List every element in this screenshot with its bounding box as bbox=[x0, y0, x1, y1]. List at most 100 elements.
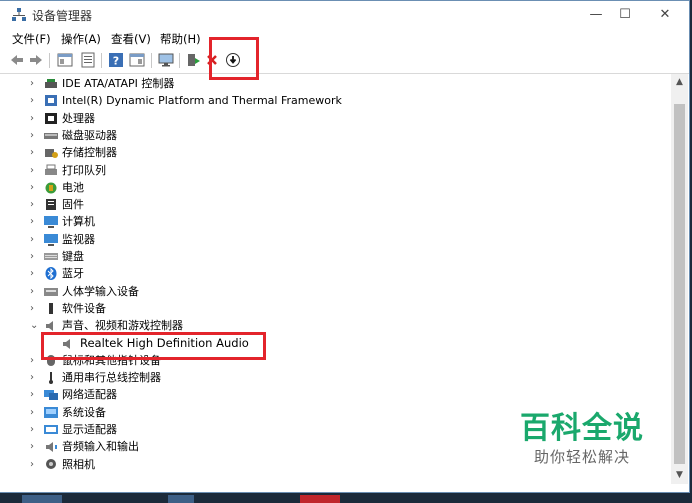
bluetooth-icon bbox=[45, 267, 57, 281]
device-label: 存储控制器 bbox=[62, 146, 117, 160]
menu-view[interactable]: 查看(V) bbox=[111, 31, 151, 47]
device-label: IDE ATA/ATAPI 控制器 bbox=[62, 77, 175, 90]
disk-drive-icon bbox=[44, 132, 58, 139]
device-label: 人体学输入设备 bbox=[62, 284, 139, 298]
keyboard-icon bbox=[44, 253, 58, 260]
update-driver-icon[interactable] bbox=[185, 52, 201, 68]
toolbar-separator bbox=[49, 53, 50, 68]
device-label: Intel(R) Dynamic Platform and Thermal Fr… bbox=[62, 94, 342, 108]
toolbar-separator bbox=[151, 53, 152, 68]
taskbar-app[interactable] bbox=[168, 495, 194, 503]
taskbar bbox=[0, 493, 692, 503]
scroll-down-button[interactable]: ▼ bbox=[671, 467, 688, 484]
chevron-right-icon[interactable]: › bbox=[30, 162, 40, 179]
device-label: 键盘 bbox=[62, 250, 84, 263]
chevron-right-icon[interactable]: › bbox=[30, 421, 40, 438]
toolbar-separator bbox=[179, 53, 180, 68]
system-device-icon bbox=[44, 406, 58, 418]
chevron-right-icon[interactable]: › bbox=[30, 92, 40, 109]
taskbar-app[interactable] bbox=[22, 495, 62, 503]
device-label: 蓝牙 bbox=[62, 267, 84, 281]
title-bar[interactable]: 设备管理器 — ☐ ✕ bbox=[0, 1, 689, 28]
console-tree-icon[interactable] bbox=[57, 52, 73, 68]
scroll-thumb[interactable] bbox=[674, 104, 685, 464]
firmware-icon bbox=[46, 199, 56, 211]
watermark-subtitle: 助你轻松解决 bbox=[533, 448, 630, 466]
vertical-scrollbar[interactable]: ▲ ▼ bbox=[671, 74, 688, 484]
properties-icon[interactable] bbox=[80, 52, 96, 68]
chevron-right-icon[interactable]: › bbox=[30, 369, 40, 386]
chevron-right-icon[interactable]: › bbox=[30, 127, 40, 144]
hid-icon bbox=[44, 287, 58, 296]
chevron-right-icon[interactable]: › bbox=[30, 75, 40, 92]
camera-icon bbox=[46, 458, 56, 469]
chevron-right-icon[interactable]: › bbox=[30, 196, 40, 213]
monitor-icon bbox=[44, 233, 58, 246]
highlight-box-realtek bbox=[41, 332, 266, 360]
chevron-down-icon[interactable]: ⌄ bbox=[30, 317, 40, 334]
battery-icon bbox=[45, 182, 57, 194]
audio-io-icon bbox=[46, 442, 57, 453]
chevron-right-icon[interactable]: › bbox=[30, 110, 40, 127]
device-label: 处理器 bbox=[62, 111, 95, 125]
device-label: 监视器 bbox=[62, 232, 95, 246]
back-arrow-icon[interactable] bbox=[9, 52, 25, 68]
taskbar-app[interactable] bbox=[300, 495, 340, 503]
menu-bar: 文件(F) 操作(A) 查看(V) 帮助(H) bbox=[0, 29, 689, 48]
device-label: 通用串行总线控制器 bbox=[62, 371, 161, 385]
toolbar-separator bbox=[101, 53, 102, 68]
device-manager-window: 设备管理器 — ☐ ✕ 文件(F) 操作(A) 查看(V) 帮助(H) ? › I… bbox=[0, 0, 690, 493]
chevron-right-icon[interactable]: › bbox=[30, 248, 40, 265]
chevron-right-icon[interactable]: › bbox=[30, 265, 40, 282]
svg-text:?: ? bbox=[113, 55, 119, 68]
ide-controller-icon bbox=[45, 79, 57, 88]
maximize-button[interactable]: ☐ bbox=[607, 1, 643, 28]
menu-file[interactable]: 文件(F) bbox=[12, 31, 51, 47]
toolbar: ? bbox=[0, 48, 689, 74]
chevron-right-icon[interactable]: › bbox=[30, 213, 40, 230]
storage-controller-icon bbox=[45, 149, 58, 159]
chevron-right-icon[interactable]: › bbox=[30, 179, 40, 196]
menu-action[interactable]: 操作(A) bbox=[61, 31, 101, 47]
help-icon[interactable]: ? bbox=[108, 52, 124, 68]
usb-icon bbox=[49, 372, 53, 385]
device-manager-icon bbox=[12, 8, 26, 21]
device-label: 打印队列 bbox=[62, 163, 106, 177]
device-label: 磁盘驱动器 bbox=[62, 128, 117, 142]
device-label: 电池 bbox=[62, 180, 84, 194]
close-button[interactable]: ✕ bbox=[647, 1, 683, 28]
chevron-right-icon[interactable]: › bbox=[30, 144, 40, 161]
chevron-right-icon[interactable]: › bbox=[30, 283, 40, 300]
computer-icon bbox=[44, 216, 58, 229]
chevron-right-icon[interactable]: › bbox=[30, 300, 40, 317]
chevron-right-icon[interactable]: › bbox=[30, 456, 40, 473]
device-label: 系统设备 bbox=[62, 405, 106, 419]
view-icon[interactable] bbox=[129, 52, 145, 68]
chevron-right-icon[interactable]: › bbox=[30, 386, 40, 403]
chevron-right-icon[interactable]: › bbox=[30, 404, 40, 421]
scroll-up-button[interactable]: ▲ bbox=[671, 74, 688, 91]
device-label: 固件 bbox=[62, 198, 84, 212]
device-label: 照相机 bbox=[62, 457, 95, 471]
device-label: 音频输入和输出 bbox=[62, 440, 139, 454]
device-label: 网络适配器 bbox=[62, 388, 117, 402]
watermark-title: 百科全说 bbox=[520, 411, 644, 446]
forward-arrow-icon[interactable] bbox=[28, 52, 44, 68]
window-title: 设备管理器 bbox=[32, 9, 93, 23]
scan-hardware-icon[interactable] bbox=[158, 52, 174, 68]
display-adapter-icon bbox=[44, 425, 58, 434]
watermark: 百科全说 助你轻松解决 bbox=[512, 411, 652, 467]
chevron-right-icon[interactable]: › bbox=[30, 438, 40, 455]
device-label: 显示适配器 bbox=[62, 423, 117, 436]
device-label: 软件设备 bbox=[62, 301, 106, 315]
device-label: 计算机 bbox=[62, 215, 95, 229]
processor-icon bbox=[45, 112, 57, 124]
network-icon bbox=[44, 390, 58, 401]
chevron-right-icon[interactable]: › bbox=[30, 352, 40, 369]
highlight-box-toolbar bbox=[209, 37, 259, 80]
printer-icon bbox=[45, 164, 57, 175]
menu-help[interactable]: 帮助(H) bbox=[160, 31, 201, 47]
audio-icon bbox=[46, 321, 53, 332]
chevron-right-icon[interactable]: › bbox=[30, 231, 40, 248]
thermal-framework-icon bbox=[45, 95, 57, 107]
